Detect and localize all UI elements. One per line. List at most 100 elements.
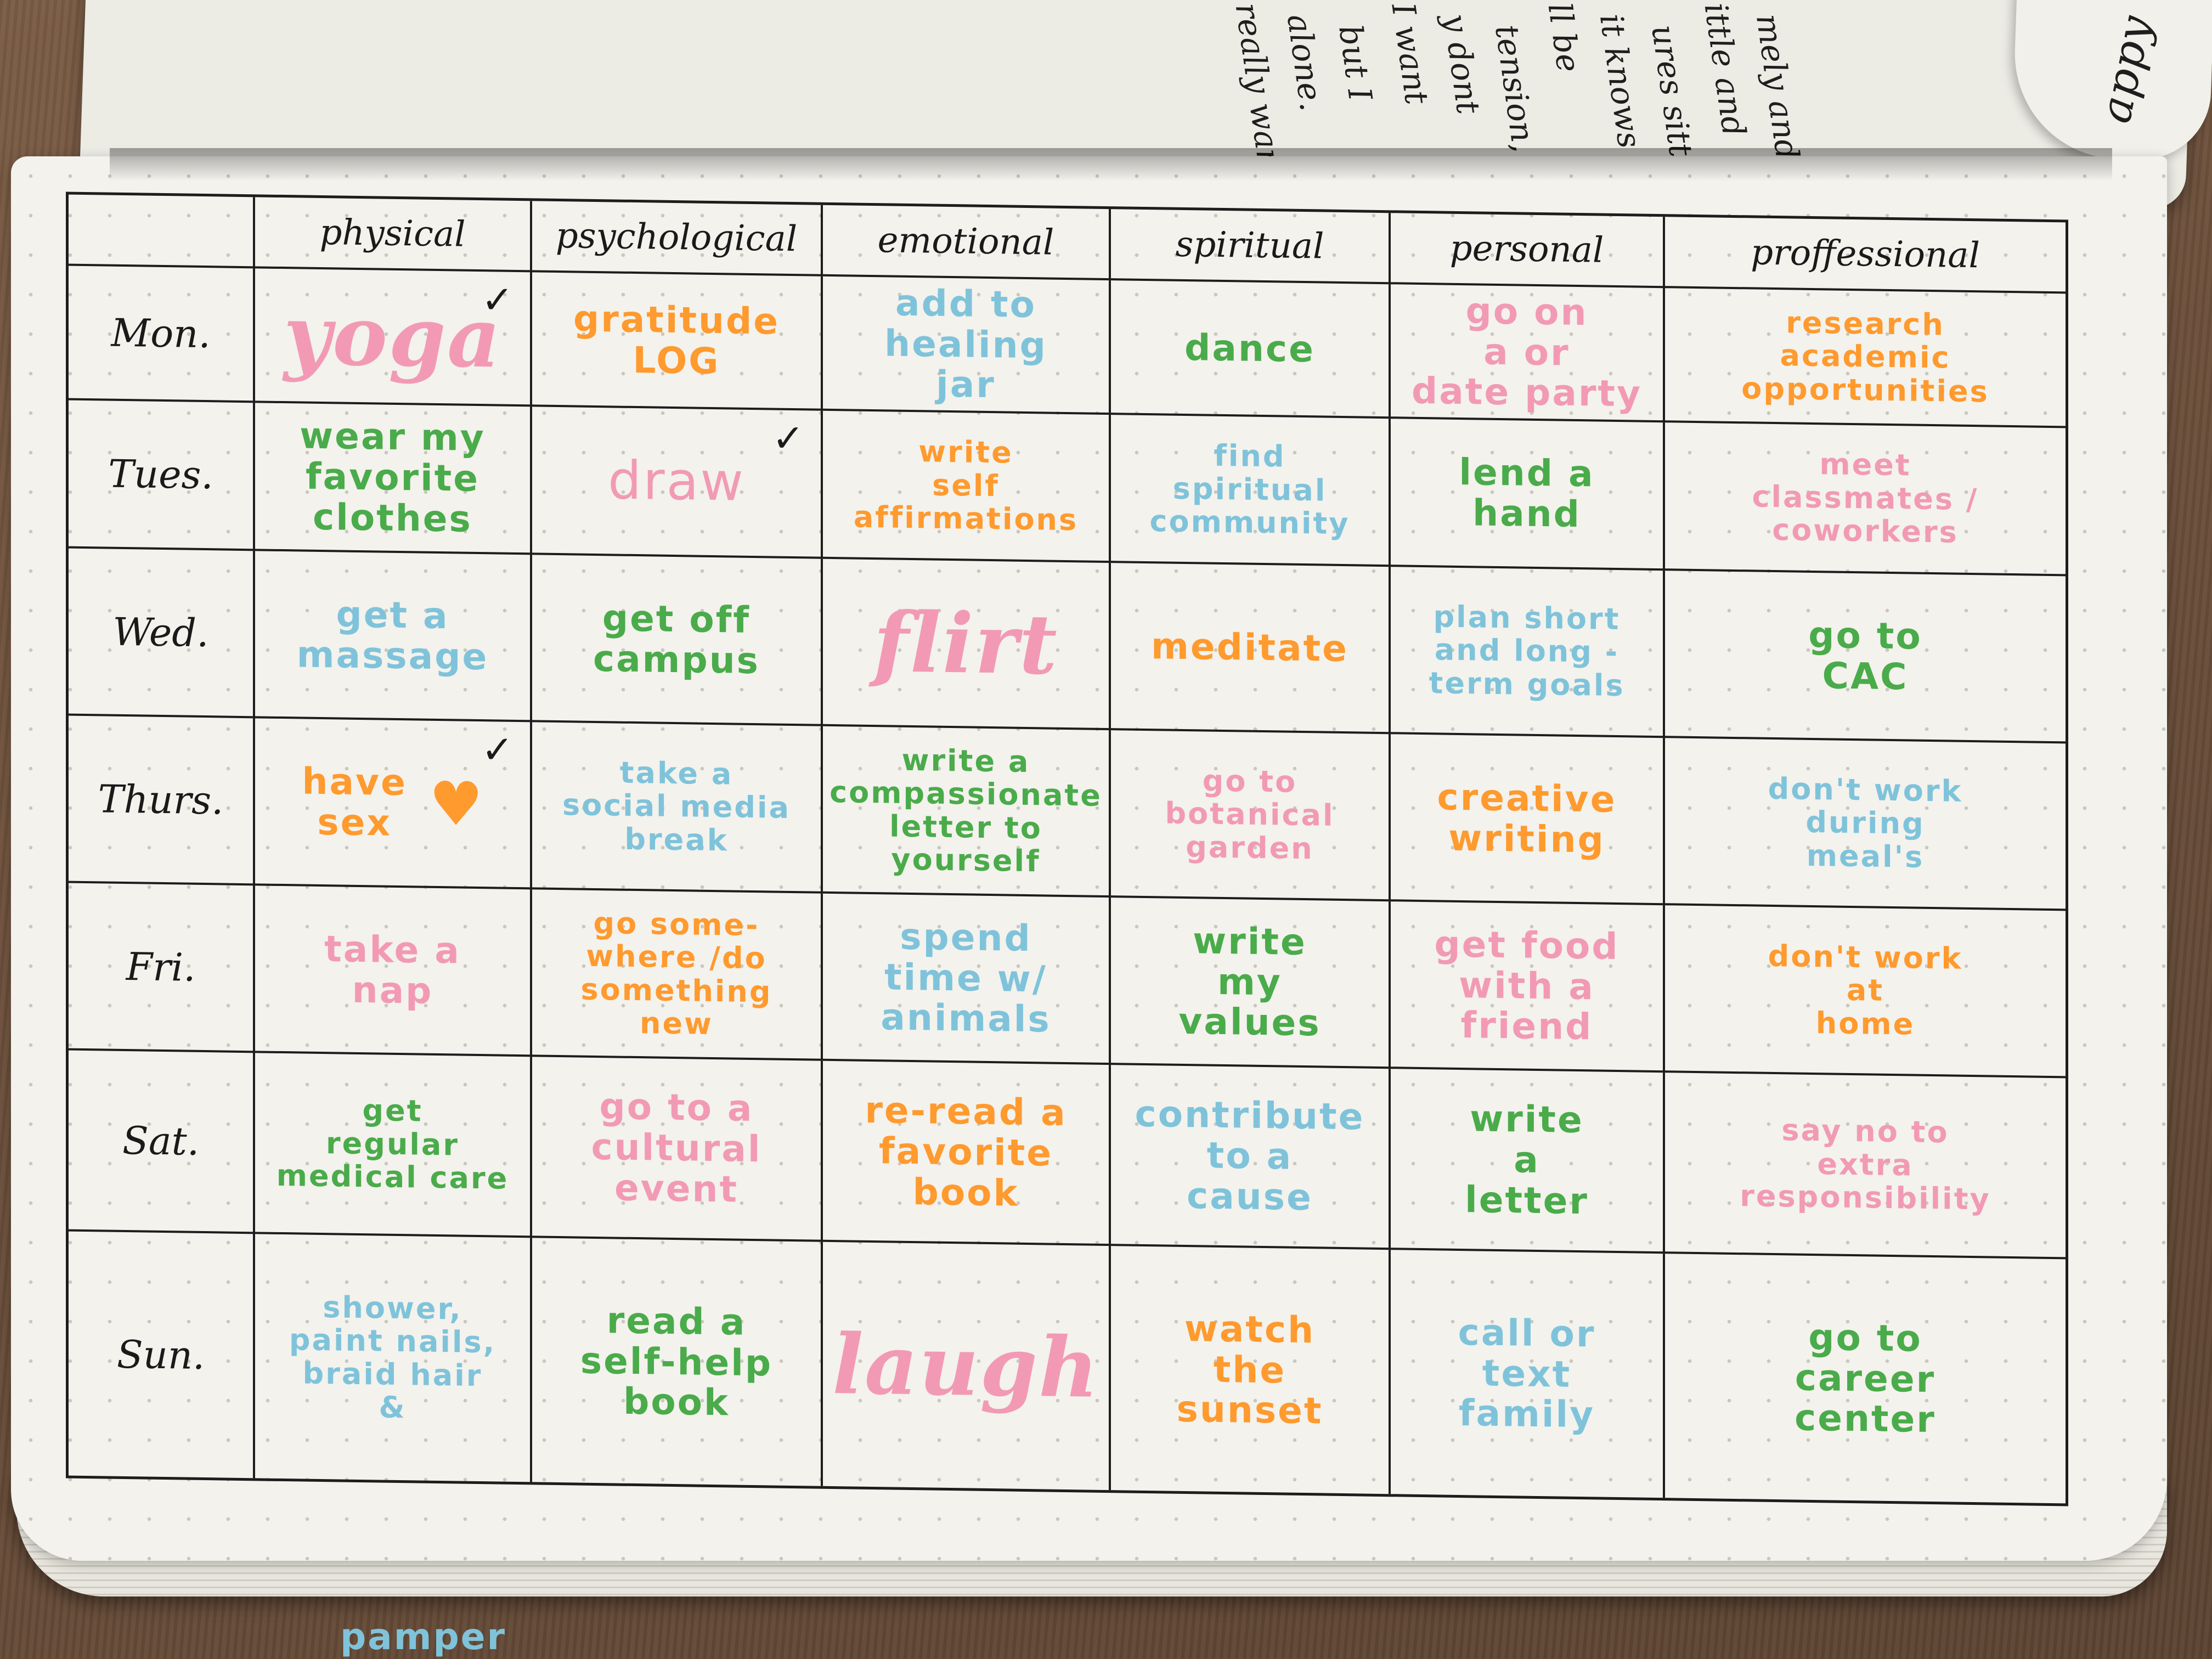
activity-text: flirt bbox=[873, 594, 1058, 693]
activity-text: go some- where /do something new bbox=[580, 905, 772, 1041]
activity-cell: meet classmates / coworkers bbox=[1665, 422, 2066, 577]
activity-cell: say no to extra responsibility bbox=[1665, 1073, 2066, 1260]
activity-text: take a nap bbox=[324, 927, 461, 1012]
facing-page-handwriting-line: I want bbox=[1384, 0, 1436, 108]
column-header-spiritual: spiritual bbox=[1111, 209, 1391, 285]
activity-cell: re-read a favorite book bbox=[823, 1060, 1111, 1246]
planner-page: physical psychological emotional spiritual p… bbox=[11, 156, 2167, 1658]
facing-page-corner: appy bbox=[2011, 0, 2212, 159]
facing-page-handwriting-line: mely and bbox=[1748, 11, 1807, 162]
header-corner-cell bbox=[69, 194, 255, 269]
activity-cell: get a massage bbox=[255, 551, 532, 723]
activity-cell: lend a hand bbox=[1391, 419, 1665, 571]
activity-cell: flirt bbox=[823, 558, 1111, 731]
activity-cell: laugh bbox=[823, 1242, 1111, 1491]
activity-cell: go to a cultural event bbox=[532, 1057, 823, 1242]
activity-text: go to CAC bbox=[1808, 613, 1922, 698]
activity-text: lend a hand bbox=[1459, 451, 1595, 536]
activity-text: get off campus bbox=[593, 596, 760, 682]
activity-text: laugh bbox=[832, 1316, 1100, 1417]
activity-text: don't work at home bbox=[1768, 938, 1963, 1042]
day-label-fri: Fri. bbox=[69, 883, 255, 1053]
activity-cell: go to CAC bbox=[1665, 571, 2066, 744]
activity-cell: write my values bbox=[1111, 898, 1391, 1069]
facing-page-handwriting-line: it knows bbox=[1592, 11, 1649, 151]
activity-cell: read a self-help book bbox=[532, 1238, 823, 1486]
activity-cell: contribute to a cause bbox=[1111, 1065, 1391, 1250]
activity-text: draw bbox=[608, 449, 745, 514]
activity-text: say no to extra responsibility bbox=[1740, 1113, 1991, 1217]
day-label-mon: Mon. bbox=[69, 266, 255, 403]
activity-text: contribute to a cause bbox=[1135, 1092, 1365, 1219]
facing-page-handwriting-line: y dont bbox=[1436, 11, 1487, 117]
activity-cell: wear my favorite clothes bbox=[255, 403, 532, 555]
column-header-personal: personal bbox=[1391, 213, 1665, 289]
activity-text: add to healing jar bbox=[884, 281, 1047, 407]
checkmark-icon: ✓ bbox=[772, 415, 804, 461]
activity-cell: don't work at home bbox=[1665, 905, 2066, 1079]
activity-text: go on a or date party bbox=[1412, 289, 1642, 416]
activity-cell: meditate bbox=[1111, 563, 1391, 735]
activity-cell: watch the sunset bbox=[1111, 1246, 1391, 1494]
activity-text: find spiritual community bbox=[1149, 438, 1350, 541]
day-label-wed: Wed. bbox=[69, 548, 255, 719]
activity-text: have sex bbox=[302, 760, 407, 844]
activity-text: write my values bbox=[1178, 919, 1321, 1045]
activity-cell: take a nap bbox=[255, 885, 532, 1057]
column-header-proffessional: proffessional bbox=[1665, 217, 2066, 294]
activity-cell: take a social media break bbox=[532, 722, 823, 894]
activity-cell: creative writing bbox=[1391, 734, 1665, 906]
activity-cell: go to career center bbox=[1665, 1254, 2066, 1503]
facing-page-handwriting-line: ittle and bbox=[1697, 0, 1753, 139]
activity-text: get food with a friend bbox=[1434, 922, 1620, 1048]
activity-text: get regular medical care bbox=[276, 1093, 509, 1197]
activity-cell: write a compassionate letter to yourself bbox=[823, 726, 1111, 898]
activity-cell: research academic opportunities bbox=[1665, 288, 2066, 428]
checkmark-icon: ✓ bbox=[481, 277, 514, 323]
activity-text: spend time w/ animals bbox=[881, 915, 1051, 1041]
activity-text: meet classmates / coworkers bbox=[1752, 447, 1979, 550]
facing-page-handwriting-line: tension, bbox=[1488, 22, 1543, 155]
activity-cell: get food with a friend bbox=[1391, 901, 1665, 1073]
facing-page-handwriting-line: alone. bbox=[1279, 11, 1331, 114]
activity-cell: draw ✓ bbox=[532, 407, 823, 559]
activity-text: go to a cultural event bbox=[591, 1085, 762, 1211]
activity-text: dance bbox=[1184, 326, 1315, 370]
facing-page-handwriting-line: but I bbox=[1331, 22, 1379, 104]
day-label-tues: Tues. bbox=[69, 400, 255, 551]
day-label-thurs: Thurs. bbox=[69, 715, 255, 886]
activity-cell: get off campus bbox=[532, 555, 823, 726]
activity-text: watch the sunset bbox=[1176, 1307, 1323, 1432]
heart-icon: ♥ bbox=[428, 768, 483, 839]
self-care-grid: physical psychological emotional spiritual p… bbox=[66, 191, 2068, 1506]
activity-cell: write self affirmations bbox=[823, 410, 1111, 563]
activity-text: meditate bbox=[1151, 624, 1348, 670]
activity-cell: find spiritual community bbox=[1111, 415, 1391, 567]
overflow-text-pamper: pamper bbox=[340, 1616, 507, 1658]
activity-text: call or text family bbox=[1458, 1311, 1596, 1436]
activity-cell: call or text family bbox=[1391, 1250, 1665, 1498]
activity-text: wear my favorite clothes bbox=[300, 414, 486, 540]
activity-text: take a social media break bbox=[562, 755, 791, 858]
activity-text: write a letter bbox=[1465, 1097, 1589, 1223]
activity-text: plan short and long - term goals bbox=[1429, 599, 1625, 703]
activity-text: write self affirmations bbox=[853, 434, 1079, 538]
activity-text: go to career center bbox=[1795, 1316, 1936, 1441]
activity-cell: get regular medical care bbox=[255, 1053, 532, 1238]
activity-cell: spend time w/ animals bbox=[823, 893, 1111, 1065]
checkmark-icon: ✓ bbox=[481, 727, 514, 772]
day-label-sat: Sat. bbox=[69, 1050, 255, 1234]
activity-cell: have sex ✓ ♥ bbox=[255, 718, 532, 890]
activity-cell: gratitude LOG bbox=[532, 272, 823, 411]
activity-cell: go on a or date party bbox=[1391, 284, 1665, 423]
activity-cell: write a letter bbox=[1391, 1069, 1665, 1254]
column-header-physical: physical bbox=[255, 197, 532, 273]
activity-text: research academic opportunities bbox=[1741, 305, 1989, 409]
activity-cell: shower, paint nails, braid hair & bbox=[255, 1234, 532, 1482]
activity-text: re-read a favorite book bbox=[865, 1088, 1067, 1215]
spine-shadow bbox=[110, 148, 2112, 181]
column-header-emotional: emotional bbox=[823, 205, 1111, 281]
activity-text: write a compassionate letter to yourself bbox=[830, 742, 1102, 879]
activity-text: creative writing bbox=[1437, 776, 1617, 861]
activity-text: yoga bbox=[283, 286, 502, 387]
